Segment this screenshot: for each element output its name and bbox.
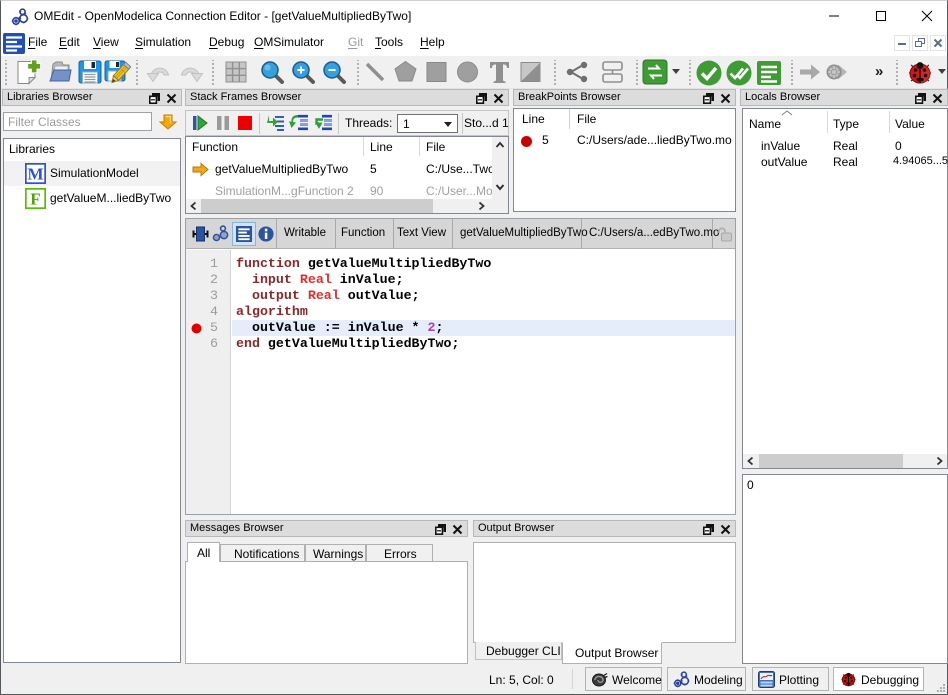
svg-text:M: M — [27, 165, 43, 184]
svg-text:F: F — [30, 190, 40, 209]
